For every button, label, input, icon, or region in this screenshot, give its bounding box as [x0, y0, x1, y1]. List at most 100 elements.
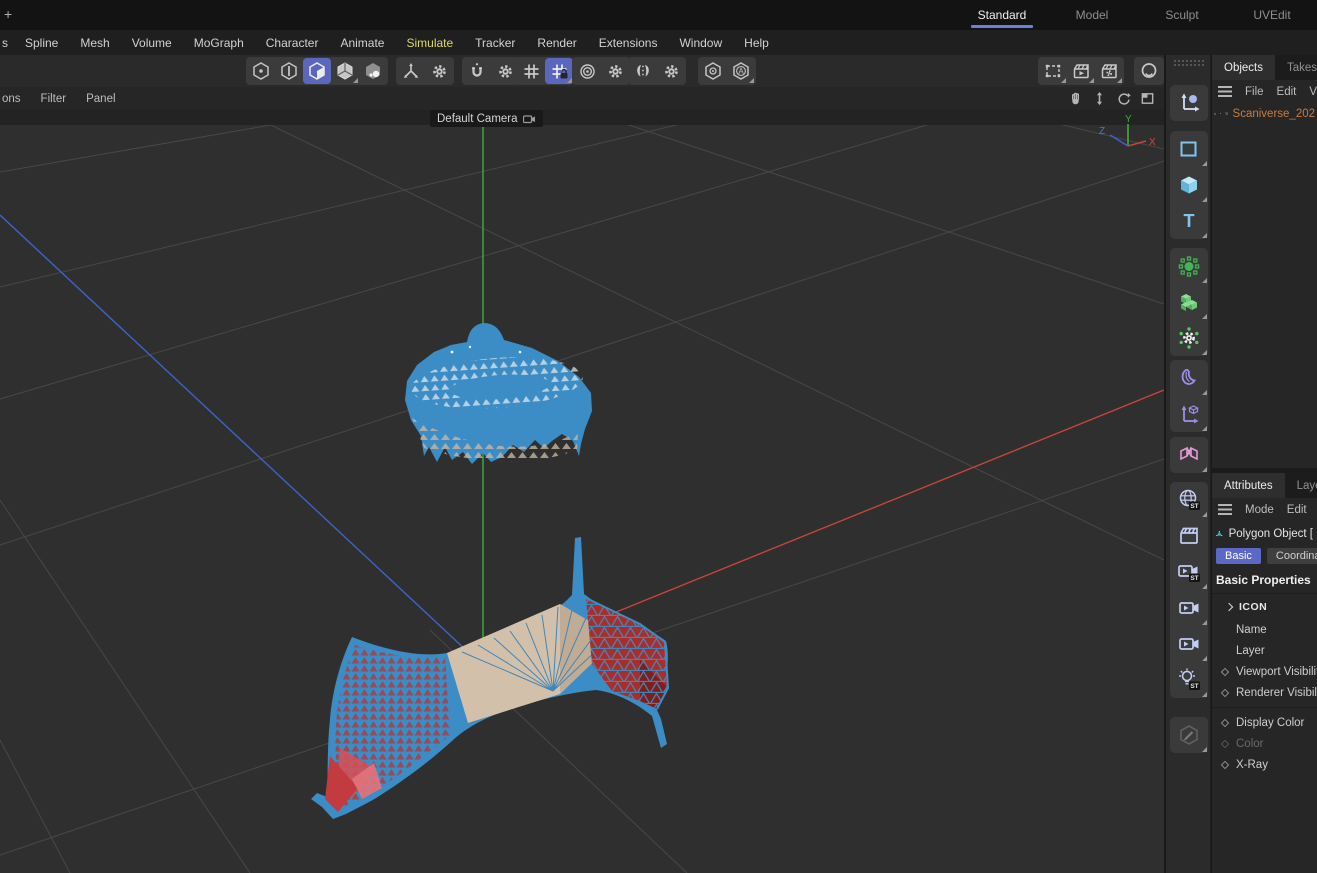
keyframe-diamond-icon[interactable]: [1221, 718, 1229, 726]
tab-objects[interactable]: Objects: [1212, 55, 1275, 80]
layout-tab-sculpt[interactable]: Sculpt: [1137, 0, 1227, 30]
text-object-icon: T: [1177, 209, 1201, 233]
text-object-button[interactable]: T: [1170, 203, 1208, 239]
symmetry-button[interactable]: [1170, 437, 1208, 473]
maximize-icon[interactable]: [1138, 89, 1156, 107]
hexagon-target-button[interactable]: [699, 58, 727, 84]
tab-takes[interactable]: Takes: [1275, 55, 1317, 80]
stage-button[interactable]: [1170, 518, 1208, 554]
menu-item-simulate[interactable]: Simulate: [395, 36, 464, 50]
attributes-panel-menu: Mode Edit U: [1212, 498, 1317, 521]
tree-item-scaniverse[interactable]: Scaniverse_202: [1233, 108, 1315, 120]
scan-mesh-lower[interactable]: [311, 537, 668, 819]
modeling-circles-button[interactable]: [573, 58, 601, 84]
layout-tab-standard[interactable]: Standard: [957, 0, 1047, 30]
menu-item-window[interactable]: Window: [668, 36, 733, 50]
render-region-button[interactable]: [1039, 58, 1067, 84]
menu-item-character[interactable]: Character: [255, 36, 330, 50]
spline-rectangle-button[interactable]: [1170, 131, 1208, 167]
axis-gizmo[interactable]: Y Z X: [1094, 112, 1160, 160]
field-button[interactable]: [1170, 396, 1208, 432]
viewport-menu-options[interactable]: ons: [0, 93, 31, 105]
objects-menu-edit[interactable]: Edit: [1277, 86, 1297, 98]
attr-row-display-color[interactable]: Display Color: [1212, 712, 1317, 733]
simulation-button[interactable]: [1170, 320, 1208, 356]
deformer-button[interactable]: [1170, 360, 1208, 396]
keyframe-diamond-icon[interactable]: [1221, 667, 1229, 675]
attributes-menu-mode[interactable]: Mode: [1245, 504, 1274, 516]
menu-item-spline[interactable]: Spline: [14, 36, 69, 50]
new-layout-button[interactable]: +: [4, 6, 12, 22]
primitive-cube-button[interactable]: [1170, 167, 1208, 203]
hamburger-icon[interactable]: [1218, 504, 1232, 515]
menu-item-mograph[interactable]: MoGraph: [183, 36, 255, 50]
sky-button[interactable]: ST: [1170, 482, 1208, 518]
layout-tab-uvedit[interactable]: UVEdit: [1227, 0, 1317, 30]
grid-lock-icon: [550, 62, 569, 81]
keyframe-diamond-icon[interactable]: [1221, 688, 1229, 696]
rotate-icon[interactable]: [1114, 89, 1132, 107]
hamburger-icon[interactable]: [1218, 86, 1232, 97]
render-settings-button[interactable]: [1095, 58, 1123, 84]
section-tab-coordinates[interactable]: Coordinat: [1267, 548, 1317, 564]
layout-tab-model[interactable]: Model: [1047, 0, 1137, 30]
attributes-menu-edit[interactable]: Edit: [1287, 504, 1307, 516]
hexagon-auto-button[interactable]: A: [727, 58, 755, 84]
snap-button[interactable]: [463, 58, 491, 84]
material-pencil-button[interactable]: [1170, 717, 1208, 753]
attr-row-viewport-visibility[interactable]: Viewport Visibilit: [1212, 661, 1317, 682]
edge-mode-button[interactable]: [275, 58, 303, 84]
pan-icon[interactable]: [1066, 89, 1084, 107]
model-mode-button[interactable]: [331, 58, 359, 84]
texture-mode-button[interactable]: [359, 58, 387, 84]
tab-layer[interactable]: Layer: [1285, 473, 1317, 498]
attr-row-layer[interactable]: Layer: [1212, 640, 1317, 661]
move-tool-button[interactable]: [1170, 85, 1208, 121]
axis-modification-button[interactable]: [397, 58, 425, 84]
menu-item-truncated[interactable]: s: [0, 36, 14, 50]
snap-settings-gear-button[interactable]: [491, 58, 519, 84]
menu-item-tracker[interactable]: Tracker: [464, 36, 526, 50]
viewport-3d[interactable]: Default Camera Y Z X: [0, 110, 1164, 873]
render-view-button[interactable]: [1067, 58, 1095, 84]
tab-attributes[interactable]: Attributes: [1212, 473, 1285, 498]
viewport-menu-filter[interactable]: Filter: [31, 93, 77, 105]
section-tab-basic[interactable]: Basic: [1216, 548, 1261, 564]
icon-group-row[interactable]: ICON: [1212, 594, 1317, 619]
camera-st-button[interactable]: ST: [1170, 554, 1208, 590]
modeling-settings-gear-button[interactable]: [601, 58, 629, 84]
camera-play-button[interactable]: [1170, 590, 1208, 626]
menu-item-volume[interactable]: Volume: [121, 36, 183, 50]
mirror-button[interactable]: [629, 58, 657, 84]
viewport-menu-panel[interactable]: Panel: [76, 93, 125, 105]
keyframe-diamond-icon[interactable]: [1221, 760, 1229, 768]
camera-label-pill[interactable]: Default Camera: [430, 110, 543, 127]
subdivision-surface-button[interactable]: [1170, 248, 1208, 284]
snap-magnet-icon: [468, 62, 486, 80]
mirror-settings-gear-button[interactable]: [657, 58, 685, 84]
attr-row-renderer-visibility[interactable]: Renderer Visibilit: [1212, 682, 1317, 703]
polygon-mode-button[interactable]: [303, 58, 331, 84]
axis-settings-gear-button[interactable]: [425, 58, 453, 84]
menu-item-extensions[interactable]: Extensions: [588, 36, 669, 50]
objects-menu-view[interactable]: Vie: [1309, 86, 1317, 98]
points-mode-button[interactable]: [247, 58, 275, 84]
camera-play-alt-button[interactable]: [1170, 626, 1208, 662]
volume-builder-button[interactable]: [1170, 284, 1208, 320]
quantize-grid-lock-button[interactable]: [545, 58, 573, 84]
camera-lens-button[interactable]: [1135, 58, 1163, 84]
objects-menu-file[interactable]: File: [1245, 86, 1264, 98]
attr-row-name[interactable]: Name: [1212, 619, 1317, 640]
camera-lens-icon: [1139, 61, 1159, 81]
attr-row-xray[interactable]: X-Ray: [1212, 754, 1317, 775]
expand-icon[interactable]: [1214, 109, 1216, 119]
quantize-grid-button[interactable]: [517, 58, 545, 84]
menu-item-mesh[interactable]: Mesh: [69, 36, 120, 50]
toolbar-drag-handle[interactable]: [1173, 59, 1205, 67]
zoom-icon[interactable]: [1090, 89, 1108, 107]
menu-item-render[interactable]: Render: [526, 36, 587, 50]
menu-item-animate[interactable]: Animate: [329, 36, 395, 50]
menu-item-help[interactable]: Help: [733, 36, 780, 50]
light-button[interactable]: ST: [1170, 662, 1208, 698]
scan-mesh-upper[interactable]: [405, 323, 592, 464]
